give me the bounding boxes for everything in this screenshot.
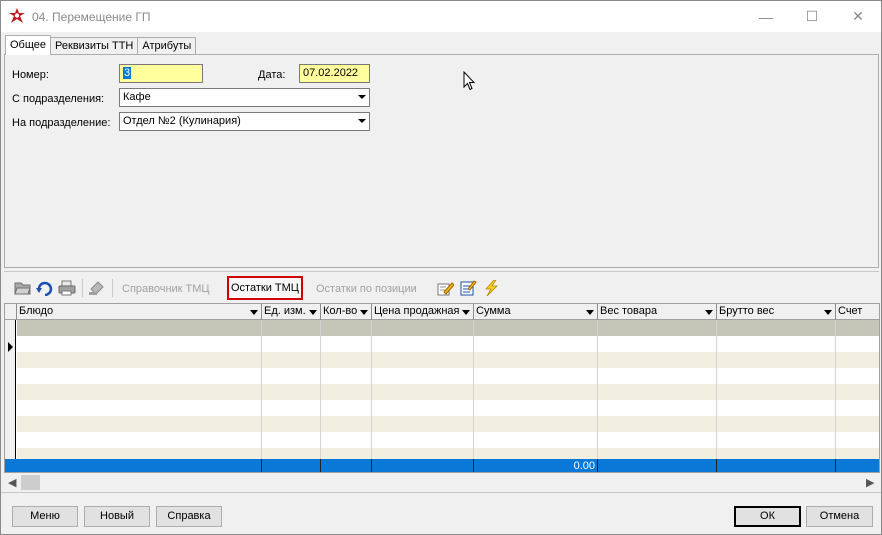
to-department-select[interactable]: Отдел №2 (Кулинария) (119, 112, 370, 131)
ok-button[interactable]: ОК (734, 506, 801, 527)
filter-dropdown-icon[interactable] (705, 310, 713, 315)
refresh-icon[interactable] (36, 280, 54, 296)
filter-dropdown-icon[interactable] (250, 310, 258, 315)
maximize-icon: ☐ (805, 8, 819, 24)
table-row[interactable] (17, 368, 879, 384)
date-label: Дата: (258, 69, 286, 81)
column-header-account[interactable]: Счет (836, 304, 879, 320)
toolbar-separator (112, 279, 113, 297)
horizontal-scrollbar[interactable]: ◀ ▶ (4, 474, 880, 491)
column-header-quantity[interactable]: Кол-во (321, 304, 372, 320)
minimize-button[interactable]: — (743, 1, 789, 32)
minimize-icon: — (759, 8, 773, 25)
date-field[interactable]: 07.02.2022 (299, 64, 370, 83)
from-department-value: Кафе (123, 91, 151, 103)
maximize-button[interactable]: ☐ (789, 1, 835, 32)
scrollbar-thumb[interactable] (21, 475, 40, 490)
help-button[interactable]: Справка (156, 506, 222, 527)
date-value: 07.02.2022 (303, 67, 359, 79)
chevron-down-icon (358, 95, 366, 99)
number-label: Номер: (12, 69, 49, 81)
general-panel: Номер: 3 Дата: 07.02.2022 С подразделени… (4, 54, 879, 268)
table-row[interactable] (17, 352, 879, 368)
to-department-label: На подразделение: (12, 117, 111, 129)
filter-dropdown-icon[interactable] (360, 310, 368, 315)
catalog-button[interactable]: Справочник ТМЦ (122, 283, 210, 295)
footer-cell (598, 459, 717, 472)
menu-button[interactable]: Меню (12, 506, 78, 527)
header-indicator (5, 304, 17, 320)
cancel-button[interactable]: Отмена (806, 506, 873, 527)
column-divider (835, 320, 836, 460)
filter-dropdown-icon[interactable] (462, 310, 470, 315)
grid-header: Блюдо Ед. изм. Кол-во Цена продажная Сум… (5, 304, 879, 320)
current-row-arrow-icon (8, 342, 13, 352)
table-row[interactable] (17, 416, 879, 432)
filter-dropdown-icon[interactable] (586, 310, 594, 315)
edit-pencil-icon[interactable] (436, 280, 454, 296)
column-divider (320, 320, 321, 460)
stock-by-position-button[interactable]: Остатки по позиции (316, 283, 417, 295)
footer-cell (5, 459, 262, 472)
footer-cell (262, 459, 321, 472)
stock-button[interactable]: Остатки ТМЦ (227, 276, 303, 300)
lightning-icon[interactable] (482, 280, 500, 296)
close-button[interactable]: ✕ (835, 1, 881, 32)
tab-general[interactable]: Общее (5, 35, 52, 55)
tab-attributes[interactable]: Атрибуты (137, 37, 197, 55)
window-title: 04. Перемещение ГП (32, 10, 151, 24)
grid-footer-totals: 0.00 (5, 459, 879, 472)
table-row[interactable] (17, 448, 879, 459)
items-grid[interactable]: Блюдо Ед. изм. Кол-во Цена продажная Сум… (4, 303, 880, 473)
table-row-selected[interactable] (17, 320, 879, 336)
open-folder-icon[interactable] (14, 280, 32, 296)
checklist-icon[interactable] (459, 280, 477, 296)
row-indicator-column (5, 320, 16, 460)
app-logo-icon (9, 8, 25, 23)
column-header-unit[interactable]: Ед. изм. (262, 304, 321, 320)
table-row[interactable] (17, 336, 879, 352)
filter-dropdown-icon[interactable] (824, 310, 832, 315)
filter-dropdown-icon[interactable] (309, 310, 317, 315)
from-department-select[interactable]: Кафе (119, 88, 370, 107)
table-row[interactable] (17, 400, 879, 416)
table-row[interactable] (17, 432, 879, 448)
stamp-icon[interactable] (88, 280, 106, 296)
from-department-label: С подразделения: (12, 93, 105, 105)
number-field[interactable]: 3 (119, 64, 203, 83)
column-header-dish[interactable]: Блюдо (17, 304, 262, 320)
tab-strip: Общее Реквизиты ТТН Атрибуты (5, 35, 197, 55)
column-divider (597, 320, 598, 460)
new-button[interactable]: Новый (84, 506, 150, 527)
number-value: 3 (123, 67, 132, 79)
scroll-right-icon[interactable]: ▶ (866, 476, 874, 489)
mouse-cursor-icon (463, 71, 475, 91)
footer-cell (717, 459, 836, 472)
print-icon[interactable] (58, 280, 76, 296)
close-icon: ✕ (852, 8, 864, 24)
column-divider (371, 320, 372, 460)
column-divider (716, 320, 717, 460)
column-header-gross-weight[interactable]: Брутто вес (717, 304, 836, 320)
to-department-value: Отдел №2 (Кулинария) (123, 115, 241, 127)
toolbar-separator (82, 279, 83, 297)
window: 04. Перемещение ГП — ☐ ✕ Общее Реквизиты… (0, 0, 882, 535)
scroll-left-icon[interactable]: ◀ (8, 476, 16, 489)
grid-toolbar: Справочник ТМЦ Остатки ТМЦ Остатки по по… (4, 271, 879, 303)
footer-cell (321, 459, 372, 472)
footer-cell (372, 459, 474, 472)
column-header-sale-price[interactable]: Цена продажная (372, 304, 474, 320)
table-row[interactable] (17, 384, 879, 400)
tab-ttn-details[interactable]: Реквизиты ТТН (50, 37, 139, 55)
column-header-weight[interactable]: Вес товара (598, 304, 717, 320)
bottom-button-bar: Меню Новый Справка ОК Отмена (1, 492, 881, 535)
column-divider (473, 320, 474, 460)
chevron-down-icon (358, 119, 366, 123)
title-bar: 04. Перемещение ГП — ☐ ✕ (1, 1, 881, 32)
column-header-sum[interactable]: Сумма (474, 304, 598, 320)
footer-sum: 0.00 (474, 459, 598, 472)
column-divider (261, 320, 262, 460)
